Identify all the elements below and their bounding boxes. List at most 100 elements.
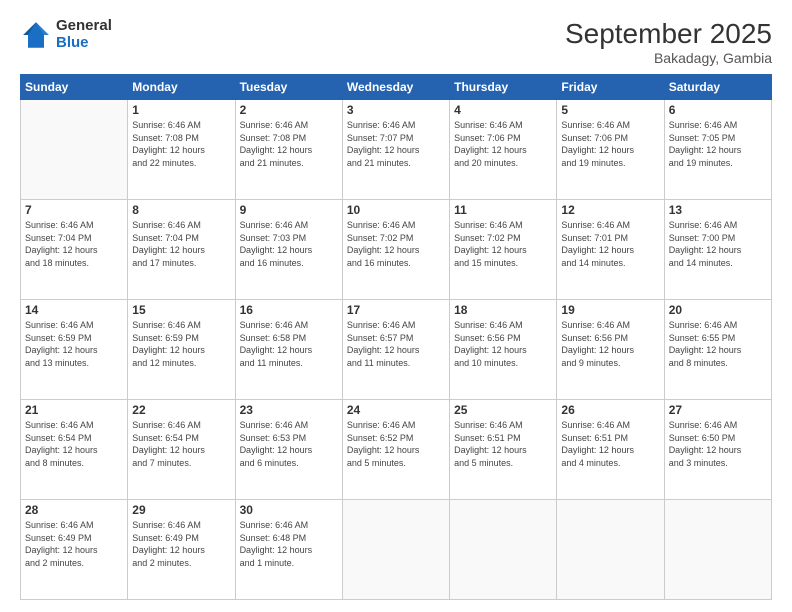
day-info: Sunrise: 6:46 AM Sunset: 7:04 PM Dayligh… [132,219,230,269]
logo-text: General Blue [56,18,112,51]
table-row: 13Sunrise: 6:46 AM Sunset: 7:00 PM Dayli… [664,200,771,300]
day-number: 20 [669,303,767,317]
table-row: 25 Sunrise: 6:46 AM Sunset: 6:51 PM Dayli… [450,400,557,500]
day-info: Sunrise: 6:46 AM Sunset: 7:05 PM Dayligh… [669,119,767,169]
day-number: 2 [240,103,338,117]
day-info: Sunrise: 6:46 AM Sunset: 6:56 PM Dayligh… [561,319,659,369]
table-row: 24 Sunrise: 6:46 AM Sunset: 6:52 PM Dayli… [342,400,449,500]
calendar-week-row: 14 Sunrise: 6:46 AM Sunset: 6:59 PM Dayli… [21,300,772,400]
day-number: 18 [454,303,552,317]
table-row: 2 Sunrise: 6:46 AM Sunset: 7:08 PM Daylig… [235,100,342,200]
day-info: Sunrise: 6:46 AM Sunset: 6:49 PM Dayligh… [25,519,123,569]
calendar-week-row: 1 Sunrise: 6:46 AM Sunset: 7:08 PM Daylig… [21,100,772,200]
day-number: 29 [132,503,230,517]
day-info: Sunrise: 6:46 AM Sunset: 7:02 PM Dayligh… [347,219,445,269]
day-info: Sunrise: 6:46 AM Sunset: 6:51 PM Dayligh… [454,419,552,469]
day-number: 6 [669,103,767,117]
day-number: 7 [25,203,123,217]
table-row: 29Sunrise: 6:46 AM Sunset: 6:49 PM Dayli… [128,500,235,600]
day-number: 28 [25,503,123,517]
header-friday: Friday [557,75,664,100]
day-info: Sunrise: 6:46 AM Sunset: 7:07 PM Dayligh… [347,119,445,169]
header-tuesday: Tuesday [235,75,342,100]
day-info: Sunrise: 6:46 AM Sunset: 7:01 PM Dayligh… [561,219,659,269]
header: General Blue September 2025 Bakadagy, Ga… [20,18,772,66]
table-row: 19 Sunrise: 6:46 AM Sunset: 6:56 PM Dayli… [557,300,664,400]
day-info: Sunrise: 6:46 AM Sunset: 7:06 PM Dayligh… [454,119,552,169]
calendar-week-row: 7 Sunrise: 6:46 AM Sunset: 7:04 PM Daylig… [21,200,772,300]
location-subtitle: Bakadagy, Gambia [565,50,772,66]
day-info: Sunrise: 6:46 AM Sunset: 6:48 PM Dayligh… [240,519,338,569]
day-info: Sunrise: 6:46 AM Sunset: 7:00 PM Dayligh… [669,219,767,269]
day-info: Sunrise: 6:46 AM Sunset: 6:58 PM Dayligh… [240,319,338,369]
day-number: 12 [561,203,659,217]
table-row: 9Sunrise: 6:46 AM Sunset: 7:03 PM Daylig… [235,200,342,300]
table-row: 30 Sunrise: 6:46 AM Sunset: 6:48 PM Dayli… [235,500,342,600]
table-row [21,100,128,200]
day-number: 22 [132,403,230,417]
day-number: 30 [240,503,338,517]
day-number: 8 [132,203,230,217]
day-info: Sunrise: 6:46 AM Sunset: 6:54 PM Dayligh… [25,419,123,469]
day-number: 3 [347,103,445,117]
day-number: 25 [454,403,552,417]
day-info: Sunrise: 6:46 AM Sunset: 7:04 PM Dayligh… [25,219,123,269]
calendar-week-row: 28 Sunrise: 6:46 AM Sunset: 6:49 PM Dayli… [21,500,772,600]
day-number: 1 [132,103,230,117]
calendar-header-row: Sunday Monday Tuesday Wednesday Thursday… [21,75,772,100]
table-row: 8 Sunrise: 6:46 AM Sunset: 7:04 PM Daylig… [128,200,235,300]
day-info: Sunrise: 6:46 AM Sunset: 6:50 PM Dayligh… [669,419,767,469]
header-thursday: Thursday [450,75,557,100]
day-info: Sunrise: 6:46 AM Sunset: 7:08 PM Dayligh… [132,119,230,169]
table-row: 7 Sunrise: 6:46 AM Sunset: 7:04 PM Daylig… [21,200,128,300]
table-row [450,500,557,600]
day-info: Sunrise: 6:46 AM Sunset: 6:52 PM Dayligh… [347,419,445,469]
day-number: 16 [240,303,338,317]
day-info: Sunrise: 6:46 AM Sunset: 6:59 PM Dayligh… [25,319,123,369]
day-info: Sunrise: 6:46 AM Sunset: 6:51 PM Dayligh… [561,419,659,469]
header-wednesday: Wednesday [342,75,449,100]
table-row: 18Sunrise: 6:46 AM Sunset: 6:56 PM Dayli… [450,300,557,400]
table-row: 4Sunrise: 6:46 AM Sunset: 7:06 PM Daylig… [450,100,557,200]
table-row: 17Sunrise: 6:46 AM Sunset: 6:57 PM Dayli… [342,300,449,400]
day-info: Sunrise: 6:46 AM Sunset: 6:59 PM Dayligh… [132,319,230,369]
day-info: Sunrise: 6:46 AM Sunset: 7:08 PM Dayligh… [240,119,338,169]
day-info: Sunrise: 6:46 AM Sunset: 6:57 PM Dayligh… [347,319,445,369]
table-row: 20 Sunrise: 6:46 AM Sunset: 6:55 PM Dayli… [664,300,771,400]
day-info: Sunrise: 6:46 AM Sunset: 6:55 PM Dayligh… [669,319,767,369]
day-number: 15 [132,303,230,317]
table-row [342,500,449,600]
table-row [557,500,664,600]
calendar-week-row: 21 Sunrise: 6:46 AM Sunset: 6:54 PM Dayli… [21,400,772,500]
day-info: Sunrise: 6:46 AM Sunset: 7:02 PM Dayligh… [454,219,552,269]
day-number: 11 [454,203,552,217]
day-number: 14 [25,303,123,317]
title-block: September 2025 Bakadagy, Gambia [565,18,772,66]
day-info: Sunrise: 6:46 AM Sunset: 6:54 PM Dayligh… [132,419,230,469]
day-number: 27 [669,403,767,417]
logo-blue: Blue [56,35,112,52]
day-number: 9 [240,203,338,217]
day-number: 21 [25,403,123,417]
table-row: 12 Sunrise: 6:46 AM Sunset: 7:01 PM Dayli… [557,200,664,300]
table-row: 11 Sunrise: 6:46 AM Sunset: 7:02 PM Dayli… [450,200,557,300]
table-row: 22 Sunrise: 6:46 AM Sunset: 6:54 PM Dayli… [128,400,235,500]
day-number: 10 [347,203,445,217]
table-row: 14 Sunrise: 6:46 AM Sunset: 6:59 PM Dayli… [21,300,128,400]
table-row: 26Sunrise: 6:46 AM Sunset: 6:51 PM Dayli… [557,400,664,500]
day-info: Sunrise: 6:46 AM Sunset: 6:53 PM Dayligh… [240,419,338,469]
header-saturday: Saturday [664,75,771,100]
table-row: 28 Sunrise: 6:46 AM Sunset: 6:49 PM Dayli… [21,500,128,600]
table-row: 16 Sunrise: 6:46 AM Sunset: 6:58 PM Dayli… [235,300,342,400]
table-row: 5Sunrise: 6:46 AM Sunset: 7:06 PM Daylig… [557,100,664,200]
table-row: 10 Sunrise: 6:46 AM Sunset: 7:02 PM Dayli… [342,200,449,300]
logo-icon [20,19,52,51]
calendar-table: Sunday Monday Tuesday Wednesday Thursday… [20,74,772,600]
logo: General Blue [20,18,112,51]
table-row: 27 Sunrise: 6:46 AM Sunset: 6:50 PM Dayli… [664,400,771,500]
table-row: 15 Sunrise: 6:46 AM Sunset: 6:59 PM Dayli… [128,300,235,400]
day-info: Sunrise: 6:46 AM Sunset: 7:06 PM Dayligh… [561,119,659,169]
day-number: 24 [347,403,445,417]
table-row: 3 Sunrise: 6:46 AM Sunset: 7:07 PM Daylig… [342,100,449,200]
day-number: 19 [561,303,659,317]
